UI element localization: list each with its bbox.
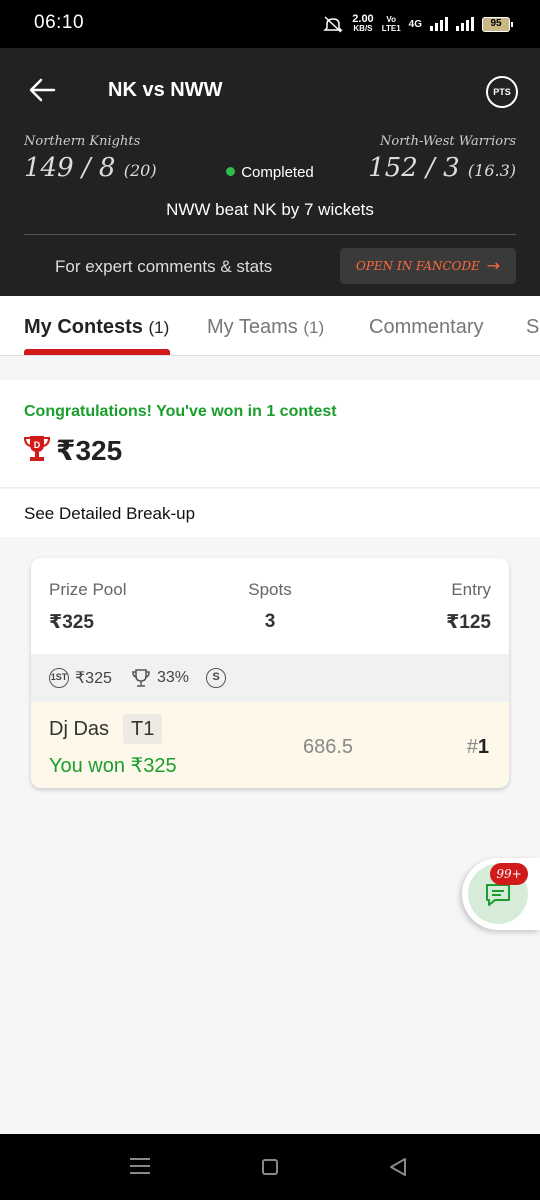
spots-value: 3 <box>264 611 276 632</box>
you-won-text: You won ₹325 <box>49 755 177 777</box>
trophy-outline-icon <box>132 669 150 687</box>
arrow-right-icon: → <box>486 256 500 275</box>
congrats-message: Congratulations! You've won in 1 contest <box>24 403 337 420</box>
team2-name: North-West Warriors <box>380 134 516 149</box>
active-tab-indicator <box>24 349 170 355</box>
system-nav-bar <box>0 1134 540 1200</box>
team-code-chip: T1 <box>123 714 163 744</box>
network-type: 4G <box>408 18 422 30</box>
header-divider <box>24 234 516 235</box>
signal-icon-2 <box>456 17 474 31</box>
back-arrow-icon[interactable] <box>28 76 56 104</box>
team-rank: #1 <box>466 736 489 758</box>
single-entry: S <box>206 668 226 688</box>
trophy-icon: D <box>24 436 50 461</box>
win-percentage: 33% <box>131 668 189 688</box>
volte-icon: Vo LTE1 <box>381 15 401 33</box>
user-name: Dj Das <box>49 718 110 740</box>
status-time: 06:10 <box>34 12 85 33</box>
match-header: NK vs NWW PTS Northern Knights 149 / 8 (… <box>0 48 540 296</box>
open-in-fancode-button[interactable]: OPEN IN FANCODE → <box>340 248 516 284</box>
first-prize: 1ST ₹325 <box>49 668 112 688</box>
chat-unread-badge: 99+ <box>490 863 528 885</box>
first-place-icon: 1ST <box>49 668 69 688</box>
won-amount: ₹325 <box>56 435 123 466</box>
team1-name: Northern Knights <box>24 134 141 149</box>
recent-apps-icon[interactable] <box>130 1158 150 1176</box>
home-icon[interactable] <box>262 1159 278 1175</box>
tab-bar: My Contests (1) My Teams (1) Commentary … <box>0 296 540 356</box>
page-title: NK vs NWW <box>108 79 223 101</box>
match-status: Completed <box>0 164 540 181</box>
tab-my-teams[interactable]: My Teams (1) <box>207 316 324 339</box>
expert-comments-text: For expert comments & stats <box>55 257 273 276</box>
mute-icon <box>323 16 344 33</box>
svg-text:D: D <box>34 440 41 450</box>
winnings-card: Congratulations! You've won in 1 contest… <box>0 380 540 488</box>
team-points: 686.5 <box>303 736 354 758</box>
status-bar: 06:10 2.00 KB/S Vo LTE1 4G 95 <box>0 0 540 48</box>
points-system-button[interactable]: PTS <box>486 76 518 108</box>
joined-team-row[interactable]: Dj Das T1 You won ₹325 686.5 #1 <box>31 702 509 788</box>
chat-icon <box>486 884 510 906</box>
contest-card[interactable]: Prize Pool ₹325 Spots 3 Entry ₹125 1ST ₹… <box>31 558 509 788</box>
entry-label: Entry <box>451 580 491 599</box>
status-icons: 2.00 KB/S Vo LTE1 4G 95 <box>322 12 513 36</box>
status-dot-icon <box>226 167 236 176</box>
detailed-breakup-link[interactable]: See Detailed Break-up <box>0 489 540 537</box>
tab-scorecard[interactable]: S <box>526 316 539 339</box>
tab-commentary[interactable]: Commentary <box>369 316 483 339</box>
tab-my-contests[interactable]: My Contests (1) <box>24 316 169 339</box>
contest-info-strip: 1ST ₹325 33% S <box>31 654 509 702</box>
nav-back-icon[interactable] <box>388 1157 408 1177</box>
single-entry-icon: S <box>206 668 226 688</box>
entry-value: ₹125 <box>446 612 491 633</box>
signal-icon <box>430 17 448 31</box>
battery-icon: 95 <box>482 16 513 32</box>
net-speed: 2.00 KB/S <box>352 13 374 34</box>
spots-label: Spots <box>248 580 292 599</box>
match-result: NWW beat NK by 7 wickets <box>166 200 374 219</box>
